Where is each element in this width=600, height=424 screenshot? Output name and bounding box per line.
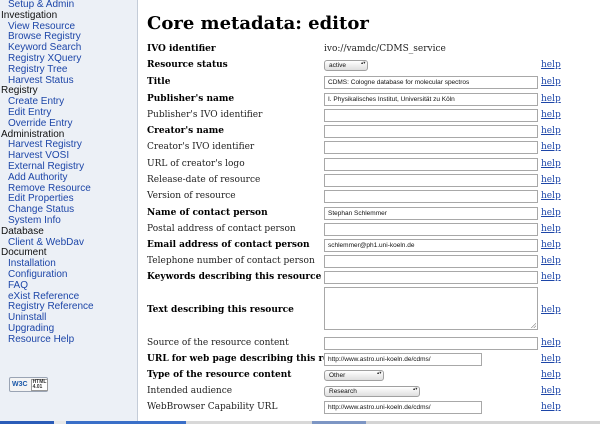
label-browser-capability-url: WebBrowser Capability URL — [147, 402, 278, 412]
help-link-telephone[interactable]: help — [541, 256, 561, 267]
input-publisher-name[interactable]: I. Physikalisches Institut, Universität … — [324, 93, 538, 106]
row-telephone: Telephone number of contact person help — [147, 254, 600, 270]
row-ivo-identifier: IVO identifier ivo://vamdc/CDMS_service — [147, 42, 600, 58]
label-title: Title — [147, 77, 171, 87]
help-link-keywords[interactable]: help — [541, 272, 561, 283]
row-release-date: Release-date of resource help — [147, 173, 600, 189]
label-ivo-identifier: IVO identifier — [147, 44, 216, 54]
label-creator-ivo-identifier: Creator's IVO identifier — [147, 142, 255, 152]
row-creator-name: Creator's name help — [147, 124, 600, 140]
input-postal-address[interactable] — [324, 223, 538, 236]
help-link-content-source[interactable]: help — [541, 338, 561, 349]
row-publisher-name: Publisher's name I. Physikalisches Insti… — [147, 92, 600, 108]
row-content-source: Source of the resource content help — [147, 336, 600, 352]
label-description: Text describing this resource — [147, 305, 294, 315]
input-creator-ivo-identifier[interactable] — [324, 141, 538, 154]
help-link-content-type[interactable]: help — [541, 370, 561, 381]
help-link-title[interactable]: help — [541, 77, 561, 88]
help-link-postal-address[interactable]: help — [541, 224, 561, 235]
input-contact-name[interactable]: Stephan Schlemmer — [324, 207, 538, 220]
w3c-html-badge[interactable]: W3C HTML 4.01 — [9, 377, 49, 392]
w3c-badge-main: W3C — [12, 381, 28, 388]
input-version[interactable] — [324, 190, 538, 203]
label-telephone: Telephone number of contact person — [147, 256, 315, 266]
help-link-contact-name[interactable]: help — [541, 208, 561, 219]
label-publisher-ivo-identifier: Publisher's IVO identifier — [147, 110, 263, 120]
input-reference-url[interactable]: http://www.astro.uni-koeln.de/cdms/ — [324, 353, 482, 366]
row-description: Text describing this resource help — [147, 287, 600, 332]
sidebar-item-override-entry[interactable]: Override Entry — [0, 118, 137, 130]
select-intended-audience[interactable]: Research — [324, 386, 420, 397]
input-publisher-ivo-identifier[interactable] — [324, 109, 538, 122]
input-release-date[interactable] — [324, 174, 538, 187]
row-reference-url: URL for web page describing this resourc… — [147, 352, 600, 368]
sidebar-heading-investigation: Investigation — [1, 9, 58, 21]
help-link-resource-status[interactable]: help — [541, 60, 561, 71]
input-title[interactable]: CDMS: Cologne database for molecular spe… — [324, 76, 538, 89]
label-creator-name: Creator's name — [147, 126, 224, 136]
row-creator-ivo-identifier: Creator's IVO identifier help — [147, 140, 600, 156]
help-link-publisher-name[interactable]: help — [541, 94, 561, 105]
label-keywords: Keywords describing this resource — [147, 272, 322, 282]
row-postal-address: Postal address of contact person help — [147, 222, 600, 238]
input-telephone[interactable] — [324, 255, 538, 268]
input-creator-logo-url[interactable] — [324, 158, 538, 171]
label-contact-name: Name of contact person — [147, 208, 268, 218]
help-link-description[interactable]: help — [541, 305, 561, 316]
input-browser-capability-url[interactable]: http://www.astro.uni-koeln.de/cdms/ — [324, 401, 482, 414]
row-creator-logo-url: URL of creator's logo help — [147, 157, 600, 173]
w3c-badge-sub: HTML 4.01 — [30, 378, 49, 391]
row-browser-capability-url: WebBrowser Capability URL http://www.ast… — [147, 400, 600, 416]
value-ivo-identifier: ivo://vamdc/CDMS_service — [324, 44, 446, 54]
input-content-source[interactable] — [324, 337, 538, 350]
row-contact-name: Name of contact person Stephan Schlemmer… — [147, 206, 600, 222]
sidebar-nav: Setup & Admin Investigation View Resource B… — [0, 0, 138, 424]
label-postal-address: Postal address of contact person — [147, 224, 296, 234]
row-content-type: Type of the resource content Other help — [147, 368, 600, 384]
sidebar-item-registry-tree[interactable]: Registry Tree — [0, 64, 137, 76]
label-publisher-name: Publisher's name — [147, 94, 235, 104]
label-content-source: Source of the resource content — [147, 338, 289, 348]
row-publisher-ivo-identifier: Publisher's IVO identifier help — [147, 108, 600, 124]
label-intended-audience: Intended audience — [147, 386, 233, 396]
sidebar-item-resource-help[interactable]: Resource Help — [0, 334, 137, 346]
help-link-publisher-ivo-identifier[interactable]: help — [541, 110, 561, 121]
label-creator-logo-url: URL of creator's logo — [147, 159, 245, 169]
label-resource-status: Resource status — [147, 60, 228, 70]
label-contact-email: Email address of contact person — [147, 240, 310, 250]
select-resource-status[interactable]: active — [324, 60, 368, 71]
sidebar-item-faq[interactable]: FAQ — [0, 280, 137, 292]
sidebar-heading-database: Database — [1, 225, 44, 237]
row-intended-audience: Intended audience Research help — [147, 384, 600, 400]
help-link-creator-name[interactable]: help — [541, 126, 561, 137]
main-content: Core metadata: editor IVO identifier ivo… — [147, 0, 600, 424]
help-link-release-date[interactable]: help — [541, 175, 561, 186]
help-link-contact-email[interactable]: help — [541, 240, 561, 251]
row-keywords: Keywords describing this resource help — [147, 270, 600, 286]
row-resource-status: Resource status active help — [147, 58, 600, 74]
select-content-type[interactable]: Other — [324, 370, 384, 381]
textarea-description[interactable] — [324, 287, 538, 330]
label-version: Version of resource — [147, 191, 236, 201]
help-link-reference-url[interactable]: help — [541, 354, 561, 365]
sidebar-item-add-authority[interactable]: Add Authority — [0, 172, 137, 184]
row-title: Title CDMS: Cologne database for molecul… — [147, 75, 600, 91]
row-version: Version of resource help — [147, 189, 600, 205]
page-title: Core metadata: editor — [147, 13, 369, 34]
label-content-type: Type of the resource content — [147, 370, 292, 380]
input-contact-email[interactable]: schlemmer@ph1.uni-koeln.de — [324, 239, 538, 252]
help-link-version[interactable]: help — [541, 191, 561, 202]
help-link-creator-logo-url[interactable]: help — [541, 159, 561, 170]
input-creator-name[interactable] — [324, 125, 538, 138]
label-release-date: Release-date of resource — [147, 175, 261, 185]
input-keywords[interactable] — [324, 271, 538, 284]
row-contact-email: Email address of contact person schlemme… — [147, 238, 600, 254]
help-link-browser-capability-url[interactable]: help — [541, 402, 561, 413]
help-link-intended-audience[interactable]: help — [541, 386, 561, 397]
help-link-creator-ivo-identifier[interactable]: help — [541, 142, 561, 153]
